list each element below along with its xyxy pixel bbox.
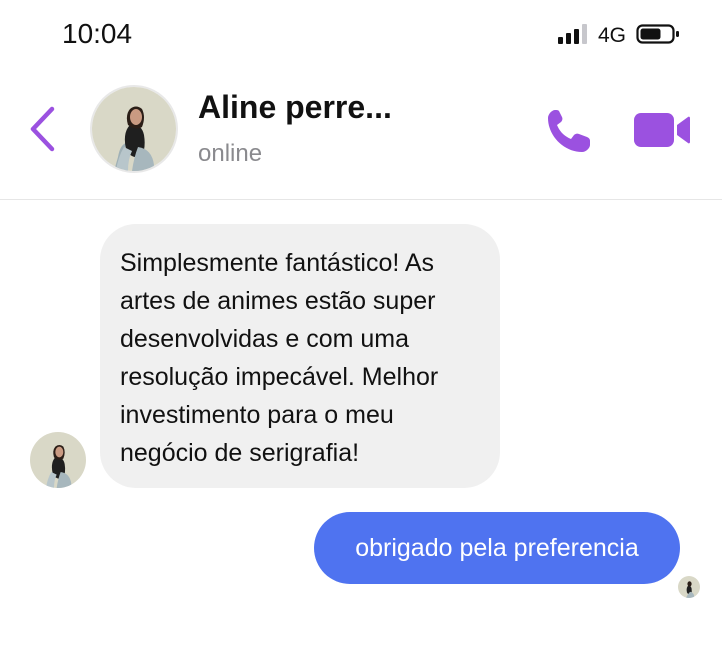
contact-avatar[interactable] <box>90 85 178 173</box>
video-camera-icon[interactable] <box>632 110 692 150</box>
sender-avatar[interactable] <box>30 432 86 488</box>
status-time: 10:04 <box>62 18 133 49</box>
back-chevron-icon[interactable] <box>26 104 60 154</box>
incoming-message-bubble[interactable]: Simplesmente fantástico! As artes de ani… <box>100 224 500 488</box>
contact-name[interactable]: Aline perre... <box>198 89 392 126</box>
battery-icon <box>636 24 679 44</box>
chat-header: Aline perre... online <box>0 70 722 200</box>
signal-icon <box>558 22 590 44</box>
message-list[interactable]: Simplesmente fantástico! As artes de ani… <box>0 200 722 655</box>
contact-status: online <box>198 140 263 167</box>
outgoing-message-bubble[interactable]: obrigado pela preferencia <box>314 512 680 584</box>
status-bar: 10:04 4G <box>0 0 722 70</box>
phone-icon[interactable] <box>544 106 594 156</box>
network-type: 4G <box>598 24 627 47</box>
read-receipt-avatar <box>678 576 700 598</box>
